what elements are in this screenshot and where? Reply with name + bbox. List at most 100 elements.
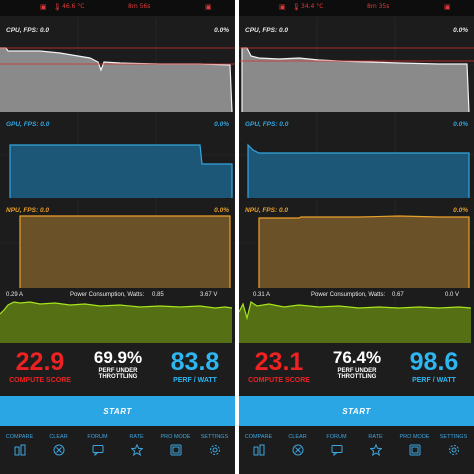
nav-clear[interactable]: CLEAR bbox=[39, 434, 78, 456]
rate-star-icon bbox=[130, 444, 143, 456]
nav-settings-label: SETTINGS bbox=[439, 434, 468, 440]
cpu-fps-label: CPU, FPS: 0.0 bbox=[6, 27, 49, 34]
npu-usage-value: 0.0% bbox=[214, 207, 229, 214]
clear-icon bbox=[292, 444, 303, 456]
status-icon-right: ▣ bbox=[444, 3, 451, 11]
nav-compare-label: COMPARE bbox=[5, 434, 34, 440]
cpu-graph: CPU, FPS: 0.0 0.0% bbox=[239, 18, 474, 112]
perf-per-watt-value: 98.6 bbox=[409, 348, 459, 376]
cpu-fps-label: CPU, FPS: 0.0 bbox=[245, 27, 288, 34]
nav-clear-label: CLEAR bbox=[49, 434, 68, 440]
gpu-usage-value: 0.0% bbox=[453, 121, 468, 128]
forum-icon bbox=[92, 445, 103, 456]
nav-forum[interactable]: FORUM bbox=[317, 434, 356, 456]
nav-rate[interactable]: RATE bbox=[117, 434, 156, 456]
nav-pro-mode-label: PRO MODE bbox=[160, 434, 191, 440]
nav-clear-label: CLEAR bbox=[288, 434, 307, 440]
status-bar: ▣ 🌡 34.4 °C 8m 35s ▣ bbox=[239, 0, 474, 16]
gpu-graph: GPU, FPS: 0.0 0.0% bbox=[239, 112, 474, 198]
power-voltage: 3.67 V bbox=[200, 292, 218, 298]
gpu-fps-label: GPU, FPS: 0.0 bbox=[6, 121, 50, 128]
perf-per-watt: 83.8 PERF / WATT bbox=[156, 343, 234, 385]
power-graph: 0.29 A Power Consumption, Watts: 0.85 3.… bbox=[0, 288, 235, 343]
npu-graph: NPU, FPS: 0.0 0.0% bbox=[0, 198, 235, 288]
status-bar: ▣ 🌡 46.6 °C 8m 56s ▣ bbox=[0, 0, 235, 16]
cpu-usage-value: 0.0% bbox=[214, 27, 229, 34]
nav-pro-mode[interactable]: PRO MODE bbox=[395, 434, 434, 456]
thermometer-icon: 🌡 bbox=[53, 3, 62, 11]
power-current: 0.29 A bbox=[6, 292, 24, 298]
settings-gear-icon bbox=[209, 445, 220, 455]
perf-per-watt-label: PERF / WATT bbox=[412, 377, 456, 384]
benchmark-screen-right: ▣ 🌡 34.4 °C 8m 35s ▣ CPU, FPS: 0.0 0.0% bbox=[239, 0, 474, 474]
npu-graph: NPU, FPS: 0.0 0.0% bbox=[239, 198, 474, 288]
nav-settings[interactable]: SETTINGS bbox=[195, 434, 234, 456]
perf-per-watt-label: PERF / WATT bbox=[173, 377, 217, 384]
nav-compare-label: COMPARE bbox=[244, 434, 273, 440]
gpu-graph: GPU, FPS: 0.0 0.0% bbox=[0, 112, 235, 198]
compute-score-label: COMPUTE SCORE bbox=[9, 377, 71, 384]
compute-score: 23.1 COMPUTE SCORE bbox=[241, 343, 317, 385]
perf-under-throttling-value: 76.4% bbox=[332, 348, 382, 367]
pro-mode-icon bbox=[170, 444, 181, 456]
npu-fps-label: NPU, FPS: 0.0 bbox=[245, 207, 288, 214]
perf-per-watt-value: 83.8 bbox=[170, 348, 220, 376]
gpu-fps-label: GPU, FPS: 0.0 bbox=[245, 121, 289, 128]
compute-score-label: COMPUTE SCORE bbox=[248, 377, 310, 384]
bottom-nav: COMPARE CLEAR FORUM RATE PRO MODE SETTIN… bbox=[239, 426, 474, 474]
nav-compare[interactable]: COMPARE bbox=[0, 434, 39, 456]
cpu-usage-value: 0.0% bbox=[453, 27, 468, 34]
nav-rate-label: RATE bbox=[368, 434, 383, 440]
start-button[interactable]: START bbox=[239, 396, 474, 426]
nav-pro-mode[interactable]: PRO MODE bbox=[156, 434, 195, 456]
status-elapsed-time: 8m 35s bbox=[367, 3, 390, 10]
bottom-nav: COMPARE CLEAR FORUM RATE PRO MODE SETTIN… bbox=[0, 426, 235, 474]
rate-star-icon bbox=[369, 444, 382, 456]
power-watts: 0.85 bbox=[152, 292, 164, 298]
score-summary: 22.9 COMPUTE SCORE 69.9% PERF UNDER THRO… bbox=[0, 343, 235, 395]
thermometer-icon: 🌡 bbox=[292, 3, 301, 11]
npu-fps-label: NPU, FPS: 0.0 bbox=[6, 207, 49, 214]
forum-icon bbox=[331, 445, 342, 456]
power-title: Power Consumption, Watts: bbox=[311, 292, 386, 298]
status-icon-left: ▣ bbox=[279, 3, 286, 11]
gpu-usage-value: 0.0% bbox=[214, 121, 229, 128]
cpu-graph: CPU, FPS: 0.0 0.0% bbox=[0, 18, 235, 112]
compare-icon bbox=[14, 444, 25, 456]
power-title: Power Consumption, Watts: bbox=[70, 292, 145, 298]
compute-score: 22.9 COMPUTE SCORE bbox=[2, 343, 78, 385]
status-elapsed-time: 8m 56s bbox=[128, 3, 151, 10]
score-summary: 23.1 COMPUTE SCORE 76.4% PERF UNDER THRO… bbox=[239, 343, 474, 395]
compute-score-value: 22.9 bbox=[15, 348, 65, 376]
status-temperature: 34.4 °C bbox=[301, 3, 324, 10]
nav-rate[interactable]: RATE bbox=[356, 434, 395, 456]
clear-icon bbox=[53, 444, 64, 456]
compare-icon bbox=[253, 444, 264, 456]
nav-compare[interactable]: COMPARE bbox=[239, 434, 278, 456]
perf-under-throttling: 69.9% PERF UNDER THROTTLING bbox=[80, 343, 156, 381]
nav-clear[interactable]: CLEAR bbox=[278, 434, 317, 456]
power-voltage: 0.0 V bbox=[445, 292, 460, 298]
nav-forum-label: FORUM bbox=[87, 434, 108, 440]
perf-under-throttling-value: 69.9% bbox=[93, 348, 143, 367]
nav-forum[interactable]: FORUM bbox=[78, 434, 117, 456]
compute-score-value: 23.1 bbox=[254, 348, 304, 376]
power-graph: 0.31 A Power Consumption, Watts: 0.67 0.… bbox=[239, 288, 474, 343]
status-icon-left: ▣ bbox=[40, 3, 47, 11]
power-current: 0.31 A bbox=[253, 292, 271, 298]
perf-under-throttling: 76.4% PERF UNDER THROTTLING bbox=[319, 343, 395, 381]
nav-forum-label: FORUM bbox=[326, 434, 347, 440]
perf-per-watt: 98.6 PERF / WATT bbox=[395, 343, 473, 385]
nav-rate-label: RATE bbox=[129, 434, 144, 440]
benchmark-screen-left: ▣ 🌡 46.6 °C 8m 56s ▣ CPU, FPS: 0.0 0.0% bbox=[0, 0, 235, 474]
perf-under-throttling-label-line-2: THROTTLING bbox=[98, 374, 138, 381]
pro-mode-icon bbox=[409, 444, 420, 456]
nav-settings[interactable]: SETTINGS bbox=[434, 434, 473, 456]
settings-gear-icon bbox=[448, 445, 459, 455]
npu-usage-value: 0.0% bbox=[453, 207, 468, 214]
nav-pro-mode-label: PRO MODE bbox=[399, 434, 430, 440]
start-button[interactable]: START bbox=[0, 396, 235, 426]
status-temperature: 46.6 °C bbox=[62, 3, 85, 10]
status-icon-right: ▣ bbox=[205, 3, 212, 11]
nav-settings-label: SETTINGS bbox=[200, 434, 229, 440]
